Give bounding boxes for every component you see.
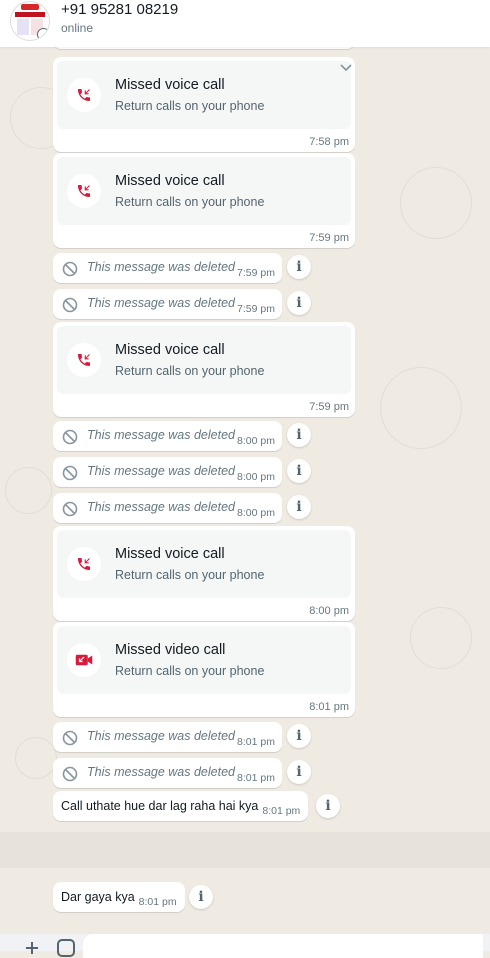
- call-subtitle: Return calls on your phone: [115, 195, 265, 209]
- deleted-message[interactable]: This message was deleted 8:01 pm: [53, 758, 282, 788]
- chat-header[interactable]: +91 95281 08219 online: [0, 0, 490, 47]
- deleted-text: This message was deleted: [87, 765, 235, 779]
- missed-call-message[interactable]: Missed voice call Return calls on your p…: [53, 153, 355, 248]
- deleted-message[interactable]: This message was deleted 8:00 pm: [53, 421, 282, 451]
- deleted-ban-icon: [62, 730, 78, 746]
- info-icon[interactable]: i: [189, 885, 213, 909]
- info-icon[interactable]: i: [287, 459, 311, 483]
- missed-voice-call-icon: [67, 343, 101, 377]
- call-title: Missed voice call: [115, 546, 225, 562]
- clock-icon: [37, 28, 49, 40]
- call-card[interactable]: Missed voice call Return calls on your p…: [57, 530, 351, 598]
- message-time: 7:59 pm: [237, 267, 275, 279]
- deleted-text: This message was deleted: [87, 428, 235, 442]
- text-message[interactable]: Call uthate hue dar lag raha hai kya 8:0…: [53, 791, 309, 821]
- deleted-text: This message was deleted: [87, 260, 235, 274]
- info-icon[interactable]: i: [287, 423, 311, 447]
- message-time: 8:00 pm: [237, 507, 275, 519]
- message-time: 8:00 pm: [309, 605, 349, 617]
- call-subtitle: Return calls on your phone: [115, 664, 265, 678]
- info-icon[interactable]: i: [287, 760, 311, 784]
- call-subtitle: Return calls on your phone: [115, 99, 265, 113]
- unread-divider-band: [0, 832, 490, 868]
- call-title: Missed voice call: [115, 342, 225, 358]
- contact-avatar[interactable]: [10, 1, 50, 41]
- sticker-icon[interactable]: [57, 939, 75, 957]
- missed-call-message[interactable]: Missed video call Return calls on your p…: [53, 622, 355, 717]
- info-icon[interactable]: i: [316, 794, 340, 818]
- deleted-ban-icon: [62, 297, 78, 313]
- message-input[interactable]: [83, 934, 483, 958]
- call-card[interactable]: Missed voice call Return calls on your p…: [57, 157, 351, 225]
- deleted-message[interactable]: This message was deleted 7:59 pm: [53, 289, 282, 319]
- plus-icon[interactable]: [26, 942, 38, 954]
- contact-status: online: [61, 21, 94, 35]
- info-icon[interactable]: i: [287, 495, 311, 519]
- message-time: 8:01 pm: [262, 805, 301, 817]
- deleted-ban-icon: [62, 429, 78, 445]
- deleted-text: This message was deleted: [87, 296, 235, 310]
- text-message[interactable]: Dar gaya kya 8:01 pm: [53, 882, 185, 912]
- call-card[interactable]: Missed voice call Return calls on your p…: [57, 61, 351, 129]
- message-time: 8:00 pm: [237, 471, 275, 483]
- message-composer[interactable]: [0, 934, 490, 958]
- deleted-message[interactable]: This message was deleted 8:00 pm: [53, 493, 282, 523]
- call-title: Missed video call: [115, 642, 226, 658]
- deleted-message[interactable]: This message was deleted 8:00 pm: [53, 457, 282, 487]
- deleted-ban-icon: [62, 766, 78, 782]
- missed-call-message[interactable]: Missed voice call Return calls on your p…: [53, 322, 355, 417]
- call-card[interactable]: Missed voice call Return calls on your p…: [57, 326, 351, 394]
- missed-call-message[interactable]: Missed voice call Return calls on your p…: [53, 57, 355, 152]
- missed-voice-call-icon: [67, 78, 101, 112]
- message-time: 7:59 pm: [309, 401, 349, 413]
- missed-call-message[interactable]: Missed voice call Return calls on your p…: [53, 526, 355, 621]
- chevron-down-icon[interactable]: [339, 63, 353, 73]
- call-title: Missed voice call: [115, 77, 225, 93]
- deleted-text: This message was deleted: [87, 464, 235, 478]
- info-icon[interactable]: i: [287, 724, 311, 748]
- message-time: 8:01 pm: [309, 701, 349, 713]
- message-time: 8:01 pm: [237, 772, 275, 784]
- missed-voice-call-icon: [67, 174, 101, 208]
- deleted-ban-icon: [62, 261, 78, 277]
- contact-name[interactable]: +91 95281 08219: [61, 1, 178, 18]
- deleted-ban-icon: [62, 465, 78, 481]
- call-subtitle: Return calls on your phone: [115, 568, 265, 582]
- info-icon[interactable]: i: [287, 291, 311, 315]
- deleted-message[interactable]: This message was deleted 8:01 pm: [53, 722, 282, 752]
- deleted-message[interactable]: This message was deleted 7:59 pm: [53, 253, 282, 283]
- message-time: 8:00 pm: [237, 435, 275, 447]
- deleted-text: This message was deleted: [87, 500, 235, 514]
- deleted-text: This message was deleted: [87, 729, 235, 743]
- deleted-ban-icon: [62, 501, 78, 517]
- message-time: 8:01 pm: [237, 736, 275, 748]
- missed-video-call-icon: [67, 643, 101, 677]
- info-icon[interactable]: i: [287, 255, 311, 279]
- message-time: 7:58 pm: [309, 136, 349, 148]
- call-subtitle: Return calls on your phone: [115, 364, 265, 378]
- message-time: 7:59 pm: [237, 303, 275, 315]
- message-text: Dar gaya kya: [61, 890, 135, 904]
- message-time: 8:01 pm: [138, 896, 177, 908]
- message-time: 7:59 pm: [309, 232, 349, 244]
- call-title: Missed voice call: [115, 173, 225, 189]
- call-card[interactable]: Missed video call Return calls on your p…: [57, 626, 351, 694]
- missed-voice-call-icon: [67, 547, 101, 581]
- message-text: Call uthate hue dar lag raha hai kya: [61, 799, 259, 813]
